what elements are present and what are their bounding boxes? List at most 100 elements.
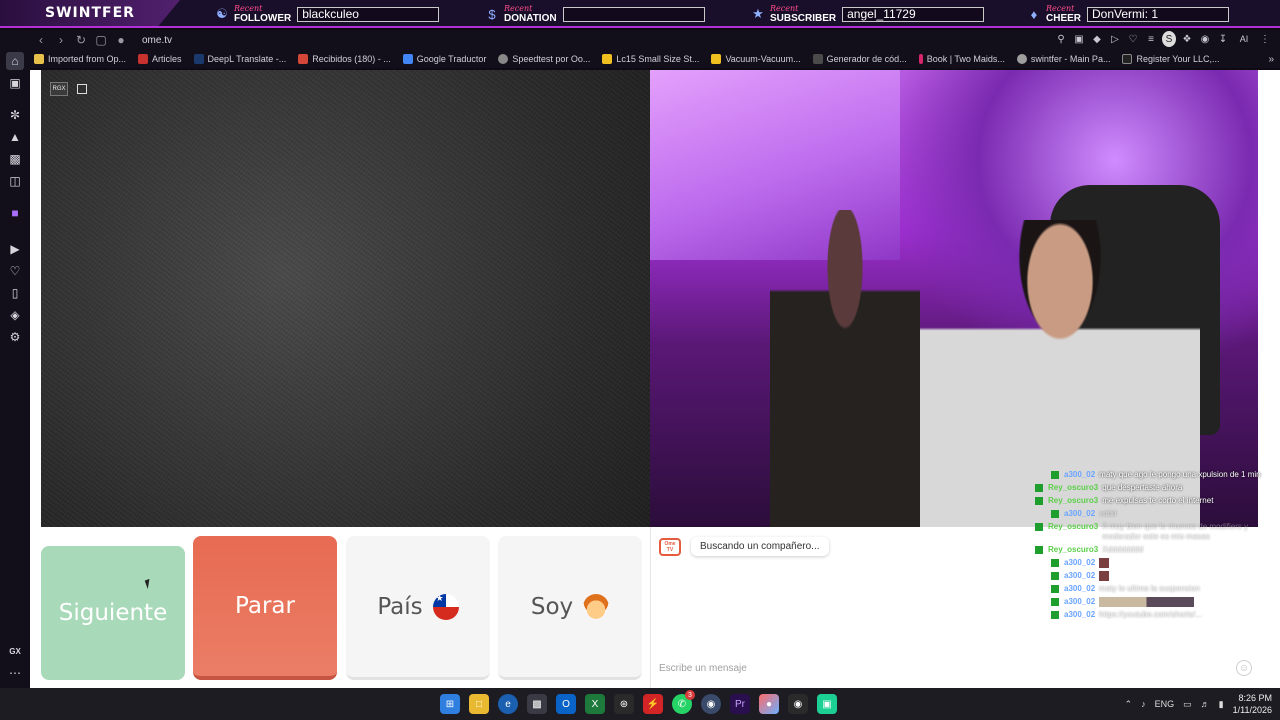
mod-badge-icon <box>1035 546 1043 554</box>
overlay-subscriber-label: SUBSCRIBER <box>770 13 837 24</box>
windows-start-icon[interactable]: ⊞ <box>440 694 460 714</box>
bookmark-item[interactable]: Vacuum-Vacuum... <box>711 54 801 64</box>
chat-message: Rey_oscuro3 que despertaste ahora <box>1035 483 1265 493</box>
more-icon[interactable]: ⋯ <box>6 664 24 682</box>
store-icon[interactable]: ▩ <box>527 694 547 714</box>
url-field[interactable]: ome.tv <box>142 35 172 46</box>
settings-icon[interactable]: ⚙ <box>6 328 24 346</box>
bookmark-item[interactable]: Generador de cód... <box>812 54 907 64</box>
language-indicator[interactable]: ENG <box>1155 699 1175 709</box>
chatgpt-icon[interactable]: ✼ <box>6 106 24 124</box>
mod-badge-icon <box>1051 598 1059 606</box>
bookmark-item[interactable]: Speedtest por Oo... <box>498 54 590 64</box>
opera-gx-icon[interactable]: ⚡ <box>643 694 663 714</box>
emoji-icon[interactable]: ☺ <box>1236 660 1252 676</box>
stop-button[interactable]: Parar <box>193 536 337 680</box>
discord-icon[interactable]: ▩ <box>6 150 24 168</box>
bookmarks-bar: Imported from Op... Articles DeepL Trans… <box>30 50 1280 68</box>
pin-icon[interactable]: ⚲ <box>1054 31 1068 47</box>
battery-icon[interactable]: ▮ <box>1219 699 1224 710</box>
bookmark-item[interactable]: Articles <box>138 54 182 64</box>
partner-video: RGX <box>41 70 650 527</box>
mod-badge-icon <box>1051 471 1059 479</box>
bookmark-item[interactable]: DeepL Translate -... <box>193 54 286 64</box>
edge-icon[interactable]: e <box>498 694 518 714</box>
extension-s-icon[interactable]: S <box>1162 31 1176 47</box>
chat-message: Rey_oscuro3 me expulsas te corto el inter… <box>1035 496 1265 506</box>
deepl-icon <box>193 54 204 64</box>
player-icon[interactable]: ▶ <box>6 240 24 258</box>
overlay-brand: SWINTFER <box>0 0 180 26</box>
puzzle-icon[interactable]: ❖ <box>1180 31 1194 47</box>
panel-toggle-icon[interactable] <box>77 84 87 94</box>
monitor-icon[interactable]: ▭ <box>1183 699 1192 710</box>
swintfer-icon <box>1016 54 1027 64</box>
overlay-cheer: ♦ Recent CHEER DonVermi: 1 <box>1026 2 1230 26</box>
rgx-badge[interactable]: RGX <box>50 82 68 96</box>
obs-icon[interactable]: ◉ <box>788 694 808 714</box>
play-icon[interactable]: ▷ <box>1108 31 1122 47</box>
aria-icon[interactable]: ▲ <box>6 128 24 146</box>
bookmarks-overflow-icon[interactable]: » <box>1268 54 1274 65</box>
overflow-menu-icon[interactable]: ⋮ <box>1258 31 1272 47</box>
messenger-icon[interactable]: ◫ <box>6 172 24 190</box>
bookmark-icon[interactable]: ▯ <box>6 284 24 302</box>
bookmark-item[interactable]: Google Traductor <box>402 54 486 64</box>
system-clock[interactable]: 8:26 PM 1/11/2026 <box>1233 692 1272 716</box>
gender-button[interactable]: Soy <box>498 536 642 680</box>
gx-corner-label[interactable]: GX <box>6 642 24 660</box>
articles-icon <box>138 54 149 64</box>
snapshot-icon[interactable]: ◉ <box>1198 31 1212 47</box>
excel-icon[interactable]: X <box>585 694 605 714</box>
home-icon[interactable]: ⌂ <box>6 52 24 70</box>
message-input[interactable] <box>659 659 1129 677</box>
country-button[interactable]: País <box>346 536 490 680</box>
lock-icon: ● <box>117 33 125 47</box>
forward-icon[interactable]: › <box>52 31 70 49</box>
chat-message: a300_02 <box>1035 571 1265 581</box>
video-static <box>41 70 650 527</box>
premiere-icon[interactable]: Pr <box>730 694 750 714</box>
volume-icon[interactable]: ♬ <box>1201 699 1210 709</box>
bookmark-item[interactable]: Register Your LLC,... <box>1122 54 1220 64</box>
bookmark-item[interactable]: Book | Two Maids... <box>918 54 1005 64</box>
menu-icon[interactable]: ≡ <box>1144 31 1158 47</box>
mod-badge-icon <box>1035 523 1043 531</box>
bookmark-item[interactable]: swintfer - Main Pa... <box>1016 54 1110 64</box>
bookmark-item[interactable]: Imported from Op... <box>34 54 126 64</box>
whatsapp-icon[interactable]: ✆ 3 <box>672 690 695 714</box>
chile-flag-icon <box>432 593 459 620</box>
browser-app-icon[interactable]: ◉ <box>701 694 721 714</box>
camera-icon[interactable]: ▢ <box>92 31 110 49</box>
streaming-app-icon[interactable]: ▣ <box>817 694 837 714</box>
file-explorer-icon[interactable]: □ <box>469 694 489 714</box>
photos-icon[interactable]: ● <box>759 694 779 714</box>
gamepad-icon[interactable]: ▣ <box>6 74 24 92</box>
mod-badge-icon <box>1051 510 1059 518</box>
chat-message: a300_02 <box>1035 558 1265 568</box>
extensions-icon[interactable]: ◈ <box>6 306 24 324</box>
outlook-icon[interactable]: O <box>556 694 576 714</box>
chat-message: a300_02 maty lo ultima la suspension <box>1035 584 1265 594</box>
ai-button[interactable]: AI <box>1234 31 1254 47</box>
ometv-logo: Ome TV <box>659 537 681 556</box>
bookmark-item[interactable]: Recibidos (180) - ... <box>298 54 391 64</box>
capcut-icon[interactable]: ⊛ <box>614 694 634 714</box>
speedtest-icon <box>498 54 509 64</box>
bookmark-item[interactable]: Lc15 Small Size St... <box>602 54 699 64</box>
next-button[interactable]: Siguiente <box>41 546 185 680</box>
overlay-cheer-value: DonVermi: 1 <box>1087 6 1230 22</box>
overlay-follower-value: blackculeo <box>297 6 440 22</box>
download-icon[interactable]: ↧ <box>1216 31 1230 47</box>
vpn-shield-icon[interactable]: ◆ <box>1090 31 1104 47</box>
control-buttons: Siguiente Parar País Soy <box>41 536 642 681</box>
mod-badge-icon <box>1051 572 1059 580</box>
reload-icon[interactable]: ↻ <box>72 31 90 49</box>
twitch-icon[interactable]: ■ <box>6 204 24 222</box>
heart-icon[interactable]: ♡ <box>6 262 24 280</box>
heart-outline-icon[interactable]: ♡ <box>1126 31 1140 47</box>
back-icon[interactable]: ‹ <box>32 31 50 49</box>
microphone-icon[interactable]: ♪ <box>1141 699 1146 709</box>
chevron-up-icon[interactable]: ⌃ <box>1125 699 1133 710</box>
camera-snapshot-icon[interactable]: ▣ <box>1072 31 1086 47</box>
